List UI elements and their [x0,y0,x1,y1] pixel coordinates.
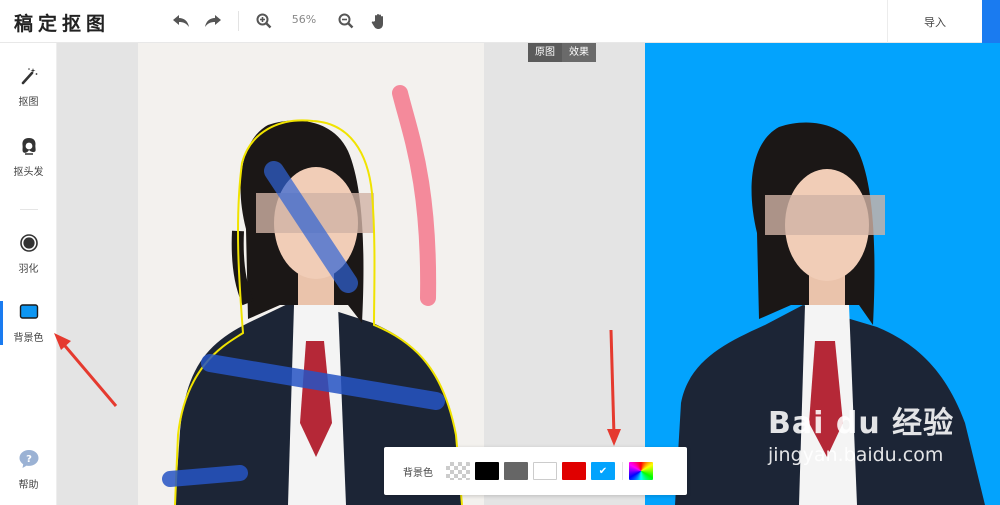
undo-icon[interactable] [170,10,192,32]
sidebar-item-background-color[interactable]: 背景色 [0,301,57,357]
top-bar: 稿定抠图 56% 导入 [0,0,1000,43]
feather-circle-icon [18,232,40,254]
app-logo: 稿定抠图 [14,13,111,35]
import-button[interactable]: 导入 [887,0,982,43]
swatch-white[interactable] [533,462,557,480]
svg-text:?: ? [26,454,32,465]
sidebar-item-feather[interactable]: 羽化 [0,232,57,288]
checkmark-icon: ✔ [598,465,608,477]
swatch-gray[interactable] [504,462,528,480]
sidebar-divider [20,209,38,210]
tool-sidebar: 抠图 抠头发 羽化 背景色 ? 帮助 [0,43,57,505]
header-accent [982,0,1000,43]
watermark-brand: Bai du 经验 [768,406,955,441]
help-label: 帮助 [18,480,39,491]
background-color-icon [18,301,40,323]
original-portrait [162,85,463,505]
original-image[interactable] [138,43,484,505]
zoom-out-icon[interactable] [335,10,357,32]
hand-icon[interactable] [368,10,390,32]
help-icon: ? [18,448,40,470]
swatch-blue[interactable]: ✔ [591,462,615,480]
swatch-transparent[interactable] [446,462,470,480]
sidebar-item-hair[interactable]: 抠头发 [0,135,57,191]
swatch-red[interactable] [562,462,586,480]
sidebar-item-label: 背景色 [13,333,44,344]
background-color-palette: 背景色 ✔ [384,447,687,495]
help-button[interactable]: ? 帮助 [0,448,57,504]
baidu-watermark: Bai du 经验 jingyan.baidu.com [768,398,954,466]
palette-divider [622,462,623,480]
sidebar-item-label: 抠图 [18,97,39,108]
palette-label: 背景色 [403,467,433,479]
sidebar-item-cutout[interactable]: 抠图 [0,65,57,121]
redo-icon[interactable] [202,10,224,32]
toggle-effect[interactable]: 效果 [562,43,596,62]
sidebar-item-label: 羽化 [18,264,39,275]
zoom-in-icon[interactable] [253,10,275,32]
toolbar-divider [238,11,239,31]
import-label: 导入 [924,15,946,29]
zoom-level: 56% [291,13,317,26]
hair-icon [18,135,40,157]
swatch-black[interactable] [475,462,499,480]
view-toggle: 原图 效果 [528,43,596,62]
toggle-original[interactable]: 原图 [528,43,562,62]
watermark-url: jingyan.baidu.com [768,444,944,466]
magic-wand-icon [18,65,40,87]
sidebar-item-label: 抠头发 [13,167,44,178]
swatch-custom-color[interactable] [629,462,653,480]
